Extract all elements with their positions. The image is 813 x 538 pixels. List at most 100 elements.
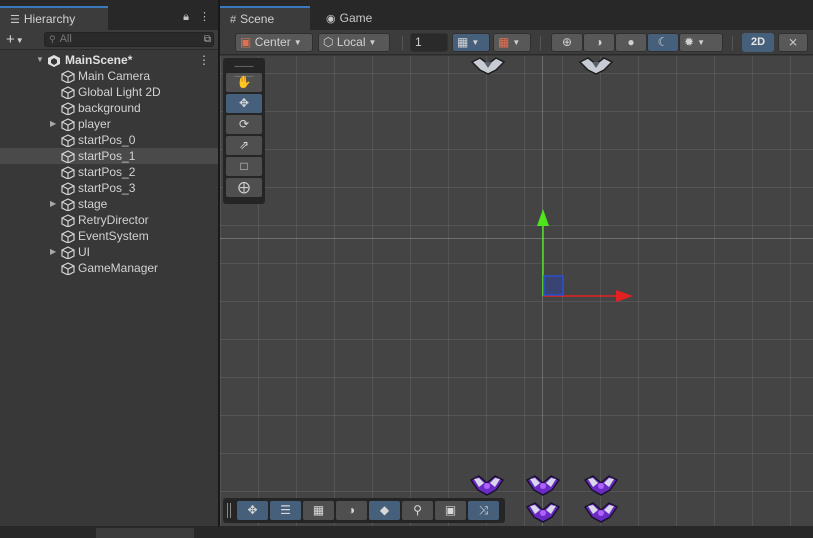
hierarchy-item[interactable]: background xyxy=(0,100,218,116)
hierarchy-item[interactable]: ▶ player xyxy=(0,116,218,132)
rect-tool-button[interactable]: □ xyxy=(226,157,262,176)
debug-draw-dropdown[interactable]: ✹ ▼ xyxy=(679,33,723,52)
gameobject-cube-icon xyxy=(61,262,75,275)
gameobject-cube-icon xyxy=(61,214,75,227)
overlay-shuffle-button[interactable]: ⤨ xyxy=(468,501,499,520)
overlay-move-button[interactable]: ✥ xyxy=(237,501,268,520)
search-input[interactable]: ⚲ All ⧉ xyxy=(44,32,214,47)
hierarchy-item[interactable]: startPos_0 xyxy=(0,132,218,148)
transform-tool-button[interactable]: ⨁ xyxy=(226,178,262,197)
list-icon: ☰ xyxy=(10,14,20,26)
gameobject-cube-icon xyxy=(61,118,75,131)
enemy-sprite xyxy=(584,475,618,496)
layers-icon: ◆ xyxy=(379,503,390,517)
audio-mute-icon: ⨯ xyxy=(787,35,799,49)
search-icon: ⚲ xyxy=(413,503,422,517)
expand-arrow-icon[interactable]: ▶ xyxy=(50,116,56,132)
chevron-down-icon: ▼ xyxy=(471,38,480,48)
search-filter-icon[interactable]: ⧉ xyxy=(204,33,211,46)
bottom-panel-tabs xyxy=(0,526,813,538)
expand-arrow-icon[interactable]: ▶ xyxy=(50,196,56,212)
hierarchy-item[interactable]: ▶ UI xyxy=(0,244,218,260)
2d-mode-toggle[interactable]: 2D xyxy=(742,33,774,52)
overlay-lighting-button[interactable]: ◑ xyxy=(336,501,367,520)
grid-icon: ▦ xyxy=(312,503,325,517)
camera-icon: ▣ xyxy=(444,503,457,517)
hierarchy-item[interactable]: Main Camera xyxy=(0,68,218,84)
local-space-icon: ⬡ xyxy=(323,35,334,49)
expand-arrow-icon[interactable]: ▶ xyxy=(50,244,56,260)
gameobject-cube-icon xyxy=(61,70,75,83)
hierarchy-item-label: Main Camera xyxy=(78,69,151,83)
palette-grip[interactable]: ────── xyxy=(226,61,262,81)
xy-plane-handle[interactable] xyxy=(543,275,564,296)
overlay-search-button[interactable]: ⚲ xyxy=(402,501,433,520)
move-tool-button[interactable]: ✥ xyxy=(226,94,262,113)
hierarchy-item[interactable]: startPos_1 xyxy=(0,148,218,164)
hierarchy-item-label: GameManager xyxy=(78,261,159,275)
overlay-layers-button[interactable]: ◆ xyxy=(369,501,400,520)
create-button[interactable]: +▼ xyxy=(6,32,24,48)
expand-arrow-icon[interactable]: ▼ xyxy=(36,52,44,68)
search-placeholder: All xyxy=(59,33,72,45)
hierarchy-item[interactable]: GameManager xyxy=(0,260,218,276)
snap-increment-field[interactable]: 1 xyxy=(410,33,448,52)
tab-hierarchy-label: Hierarchy xyxy=(23,12,76,26)
lock-icon[interactable]: 🔒︎ xyxy=(183,11,189,23)
x-axis-arrow[interactable] xyxy=(616,290,633,302)
moon-icon: ◑ xyxy=(347,503,356,517)
pivot-space-dropdown[interactable]: ⬡ Local ▼ xyxy=(318,33,390,52)
hierarchy-item[interactable]: Global Light 2D xyxy=(0,84,218,100)
tab-console[interactable] xyxy=(96,528,194,538)
toolbar-separator xyxy=(732,36,733,50)
overlay-settings-button[interactable]: ☰ xyxy=(270,501,301,520)
tab-game[interactable]: ◉ Game xyxy=(316,6,386,30)
chevron-down-icon: ▼ xyxy=(15,35,24,45)
rotate-tool-button[interactable]: ⟳ xyxy=(226,115,262,134)
hierarchy-search-row: +▼ ⚲ All ⧉ xyxy=(0,30,218,50)
hierarchy-item[interactable]: ▶ stage xyxy=(0,196,218,212)
hierarchy-item-label: UI xyxy=(78,245,90,259)
tab-hierarchy[interactable]: ☰ Hierarchy xyxy=(0,6,108,30)
shaded-wireframe-toggle[interactable]: ◑ xyxy=(583,33,615,52)
increment-snap-icon: ▦ xyxy=(498,35,510,49)
kebab-menu-icon[interactable]: ⋮ xyxy=(199,11,210,23)
pivot-mode-label: Center xyxy=(254,35,291,49)
bug-icon: ✹ xyxy=(684,35,695,49)
hierarchy-tab-tools: 🔒︎ ⋮ xyxy=(173,10,210,24)
scene-viewport[interactable]: ────── ✋ ✥ ⟳ ⇗ □ ⨁ ✥ ☰ ▦ ◑ ◆ ⚲ ▣ ⤨ xyxy=(220,56,813,526)
lighting-toggle[interactable]: ☾ xyxy=(647,33,679,52)
hierarchy-item[interactable]: EventSystem xyxy=(0,228,218,244)
shaded-toggle[interactable]: ● xyxy=(615,33,647,52)
overlay-camera-button[interactable]: ▣ xyxy=(435,501,466,520)
scale-tool-button[interactable]: ⇗ xyxy=(226,136,262,155)
gameobject-cube-icon xyxy=(61,198,75,211)
grid-axis-horizontal xyxy=(220,238,813,239)
gameobject-cube-icon xyxy=(61,246,75,259)
scene-root-row[interactable]: ▼ MainScene* ⋮ xyxy=(0,52,218,68)
hierarchy-tabbar: ☰ Hierarchy 🔒︎ ⋮ xyxy=(0,0,218,30)
overlay-grid-button[interactable]: ▦ xyxy=(303,501,334,520)
grid-snap-icon: ▦ xyxy=(457,35,469,49)
overlay-grip[interactable] xyxy=(227,503,231,518)
tab-scene[interactable]: # Scene xyxy=(220,6,310,30)
view-tool-button[interactable]: ✋ xyxy=(226,73,262,92)
scene-visibility-toggle[interactable]: ⨯ xyxy=(778,33,808,52)
grid-icon: # xyxy=(230,14,237,26)
move-gizmo[interactable] xyxy=(530,204,640,304)
hierarchy-tree: ▼ MainScene* ⋮ Main Camera Global Light 2… xyxy=(0,50,218,276)
grid-snapping-toggle[interactable]: ▦ ▼ xyxy=(452,33,490,52)
wireframe-toggle[interactable]: ⊕ xyxy=(551,33,583,52)
hierarchy-item-label: EventSystem xyxy=(78,229,149,243)
rotate-icon: ⟳ xyxy=(238,117,250,131)
y-axis-arrow[interactable] xyxy=(537,209,549,226)
hierarchy-item[interactable]: startPos_2 xyxy=(0,164,218,180)
scene-toolbar: ▣ Center ▼ ⬡ Local ▼ 1 ▦ ▼ ▦ ▼ ⊕ ◑ ● ☾ ✹ ▼ 2D… xyxy=(220,30,813,55)
scene-menu-icon[interactable]: ⋮ xyxy=(198,52,210,68)
pivot-icon: ▣ xyxy=(240,35,252,49)
hierarchy-item[interactable]: startPos_3 xyxy=(0,180,218,196)
hierarchy-item[interactable]: RetryDirector xyxy=(0,212,218,228)
increment-snap-toggle[interactable]: ▦ ▼ xyxy=(493,33,531,52)
tab-project[interactable] xyxy=(0,528,90,538)
pivot-mode-dropdown[interactable]: ▣ Center ▼ xyxy=(235,33,313,52)
